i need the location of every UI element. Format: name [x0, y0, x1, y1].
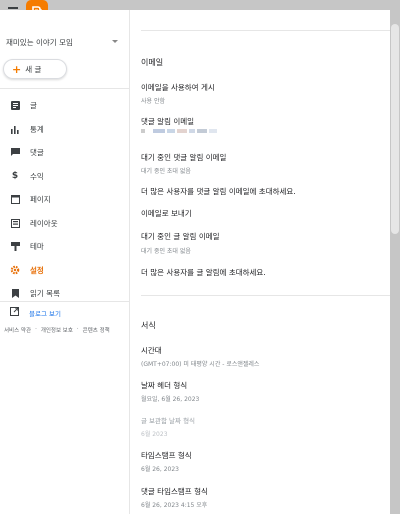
sidebar-item-layout[interactable]: 레이아웃: [0, 212, 130, 236]
pending-post-label[interactable]: 대기 중인 글 알림 이메일: [141, 231, 220, 242]
footer-separator: ·: [76, 326, 79, 332]
sidebar-item-label: 통계: [30, 124, 44, 134]
scrollbar[interactable]: [390, 10, 400, 514]
sidebar-item-label: 글: [30, 101, 37, 111]
sidebar-item-comments[interactable]: 댓글: [0, 141, 130, 165]
invite-post-link[interactable]: 더 많은 사용자를 글 알림에 초대하세요.: [141, 267, 266, 278]
invite-comment-link[interactable]: 더 많은 사용자를 댓글 알림 이메일에 초대하세요.: [141, 186, 296, 197]
comment-notify-email-redacted: [141, 129, 217, 133]
scrollbar-thumb[interactable]: [391, 24, 399, 234]
footer-links: 서비스 약관 · 개인정보 보호 · 콘텐츠 정책: [4, 326, 110, 334]
post-using-email-value: 사용 안함: [141, 98, 165, 105]
sidebar-item-stats[interactable]: 통계: [0, 118, 130, 142]
sidebar-item-posts[interactable]: 글: [0, 94, 130, 118]
archive-date-format-value: 6월 2023: [141, 431, 168, 438]
privacy-link[interactable]: 개인정보 보호: [41, 326, 73, 334]
settings-icon: [10, 265, 20, 275]
open-in-new-icon: [10, 307, 19, 318]
earnings-icon: $: [11, 171, 19, 182]
pending-comment-value: 대기 중인 초대 없음: [141, 168, 191, 175]
sidebar-item-label: 레이아웃: [30, 218, 58, 228]
sidebar-item-settings[interactable]: 설정: [0, 259, 130, 283]
timestamp-format-label[interactable]: 타임스탬프 형식: [141, 450, 192, 461]
plus-icon: +: [12, 62, 22, 76]
content-policy-link[interactable]: 콘텐츠 정책: [83, 326, 110, 334]
timestamp-format-value: 6월 26, 2023: [141, 466, 179, 473]
email-posts-to-label[interactable]: 이메일로 보내기: [141, 208, 192, 219]
comments-icon: [10, 148, 20, 158]
settings-content: 이메일 이메일을 사용하여 게시 사용 안함 댓글 알림 이메일 대기 중인 댓…: [141, 10, 390, 514]
posts-icon: [10, 101, 20, 111]
blog-selector[interactable]: 재미있는 이야기 모임: [6, 37, 118, 51]
format-section-title: 서식: [141, 321, 156, 330]
sidebar-item-label: 댓글: [30, 148, 44, 158]
post-using-email-label[interactable]: 이메일을 사용하여 게시: [141, 82, 215, 93]
reading-list-icon: [10, 289, 20, 299]
view-blog-link[interactable]: 블로그 보기: [10, 307, 61, 318]
view-blog-label: 블로그 보기: [29, 309, 61, 318]
date-header-label[interactable]: 날짜 헤더 형식: [141, 380, 187, 391]
new-post-button[interactable]: + 새 글: [3, 59, 67, 79]
pages-icon: [10, 195, 20, 205]
layout-icon: [10, 218, 20, 228]
sidebar-item-label: 테마: [30, 242, 44, 252]
sidebar-item-label: 페이지: [30, 195, 51, 205]
footer-separator: ·: [35, 326, 37, 332]
email-section-title: 이메일: [141, 58, 164, 67]
comment-timestamp-format-label[interactable]: 댓글 타임스탬프 형식: [141, 486, 208, 497]
new-post-label: 새 글: [25, 64, 42, 74]
sidebar: 재미있는 이야기 모임 + 새 글 글 통계 댓글 $ 수익 페이지 레이아웃 …: [0, 10, 130, 514]
sidebar-item-label: 읽기 목록: [30, 289, 60, 299]
blog-name: 재미있는 이야기 모임: [6, 38, 73, 47]
sidebar-item-theme[interactable]: 테마: [0, 235, 130, 259]
stats-icon: [10, 124, 20, 134]
date-header-value: 월요일, 6월 26, 2023: [141, 396, 200, 403]
terms-link[interactable]: 서비스 약관: [4, 326, 31, 334]
archive-date-format-label: 글 보관함 날짜 형식: [141, 417, 196, 425]
comment-timestamp-format-value: 6월 26, 2023 4:15 오후: [141, 502, 208, 509]
comment-notify-label[interactable]: 댓글 알림 이메일: [141, 116, 194, 127]
divider: [0, 301, 130, 302]
sidebar-item-pages[interactable]: 페이지: [0, 188, 130, 212]
timezone-label[interactable]: 시간대: [141, 345, 162, 356]
sidebar-nav: 글 통계 댓글 $ 수익 페이지 레이아웃 테마 설정 읽기 목록: [0, 94, 130, 306]
divider: [0, 88, 130, 89]
sidebar-item-earnings[interactable]: $ 수익: [0, 165, 130, 189]
sidebar-item-label: 설정: [30, 265, 44, 275]
divider: [141, 295, 390, 296]
pending-comment-label[interactable]: 대기 중인 댓글 알림 이메일: [141, 152, 226, 163]
sidebar-item-label: 수익: [30, 171, 44, 181]
theme-icon: [10, 242, 20, 252]
page: 재미있는 이야기 모임 + 새 글 글 통계 댓글 $ 수익 페이지 레이아웃 …: [0, 10, 390, 514]
pending-post-value: 대기 중인 초대 없음: [141, 248, 191, 255]
chevron-down-icon: [112, 40, 118, 43]
divider: [141, 30, 390, 31]
timezone-value: (GMT+07:00) 미 태평양 시간 - 로스앤젤레스: [141, 361, 260, 368]
